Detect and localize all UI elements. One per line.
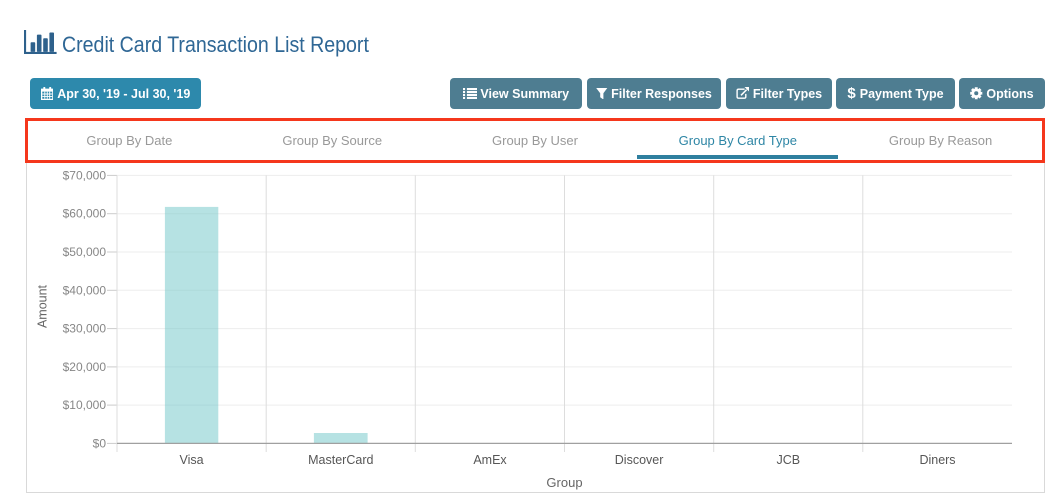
svg-text:$40,000: $40,000 xyxy=(63,283,107,297)
svg-text:$70,000: $70,000 xyxy=(63,168,107,182)
svg-text:JCB: JCB xyxy=(776,453,800,467)
svg-text:$0: $0 xyxy=(93,436,107,450)
svg-text:$50,000: $50,000 xyxy=(63,245,107,259)
svg-text:$30,000: $30,000 xyxy=(63,322,107,336)
svg-text:MasterCard: MasterCard xyxy=(308,453,373,467)
svg-text:$20,000: $20,000 xyxy=(63,360,107,374)
svg-text:$10,000: $10,000 xyxy=(63,398,107,412)
svg-text:$60,000: $60,000 xyxy=(63,207,107,221)
svg-text:Visa: Visa xyxy=(180,453,204,467)
svg-text:Diners: Diners xyxy=(919,453,955,467)
svg-text:AmEx: AmEx xyxy=(473,453,507,467)
svg-text:Amount: Amount xyxy=(36,284,50,328)
svg-text:Group: Group xyxy=(546,475,582,490)
svg-text:Discover: Discover xyxy=(615,453,664,467)
